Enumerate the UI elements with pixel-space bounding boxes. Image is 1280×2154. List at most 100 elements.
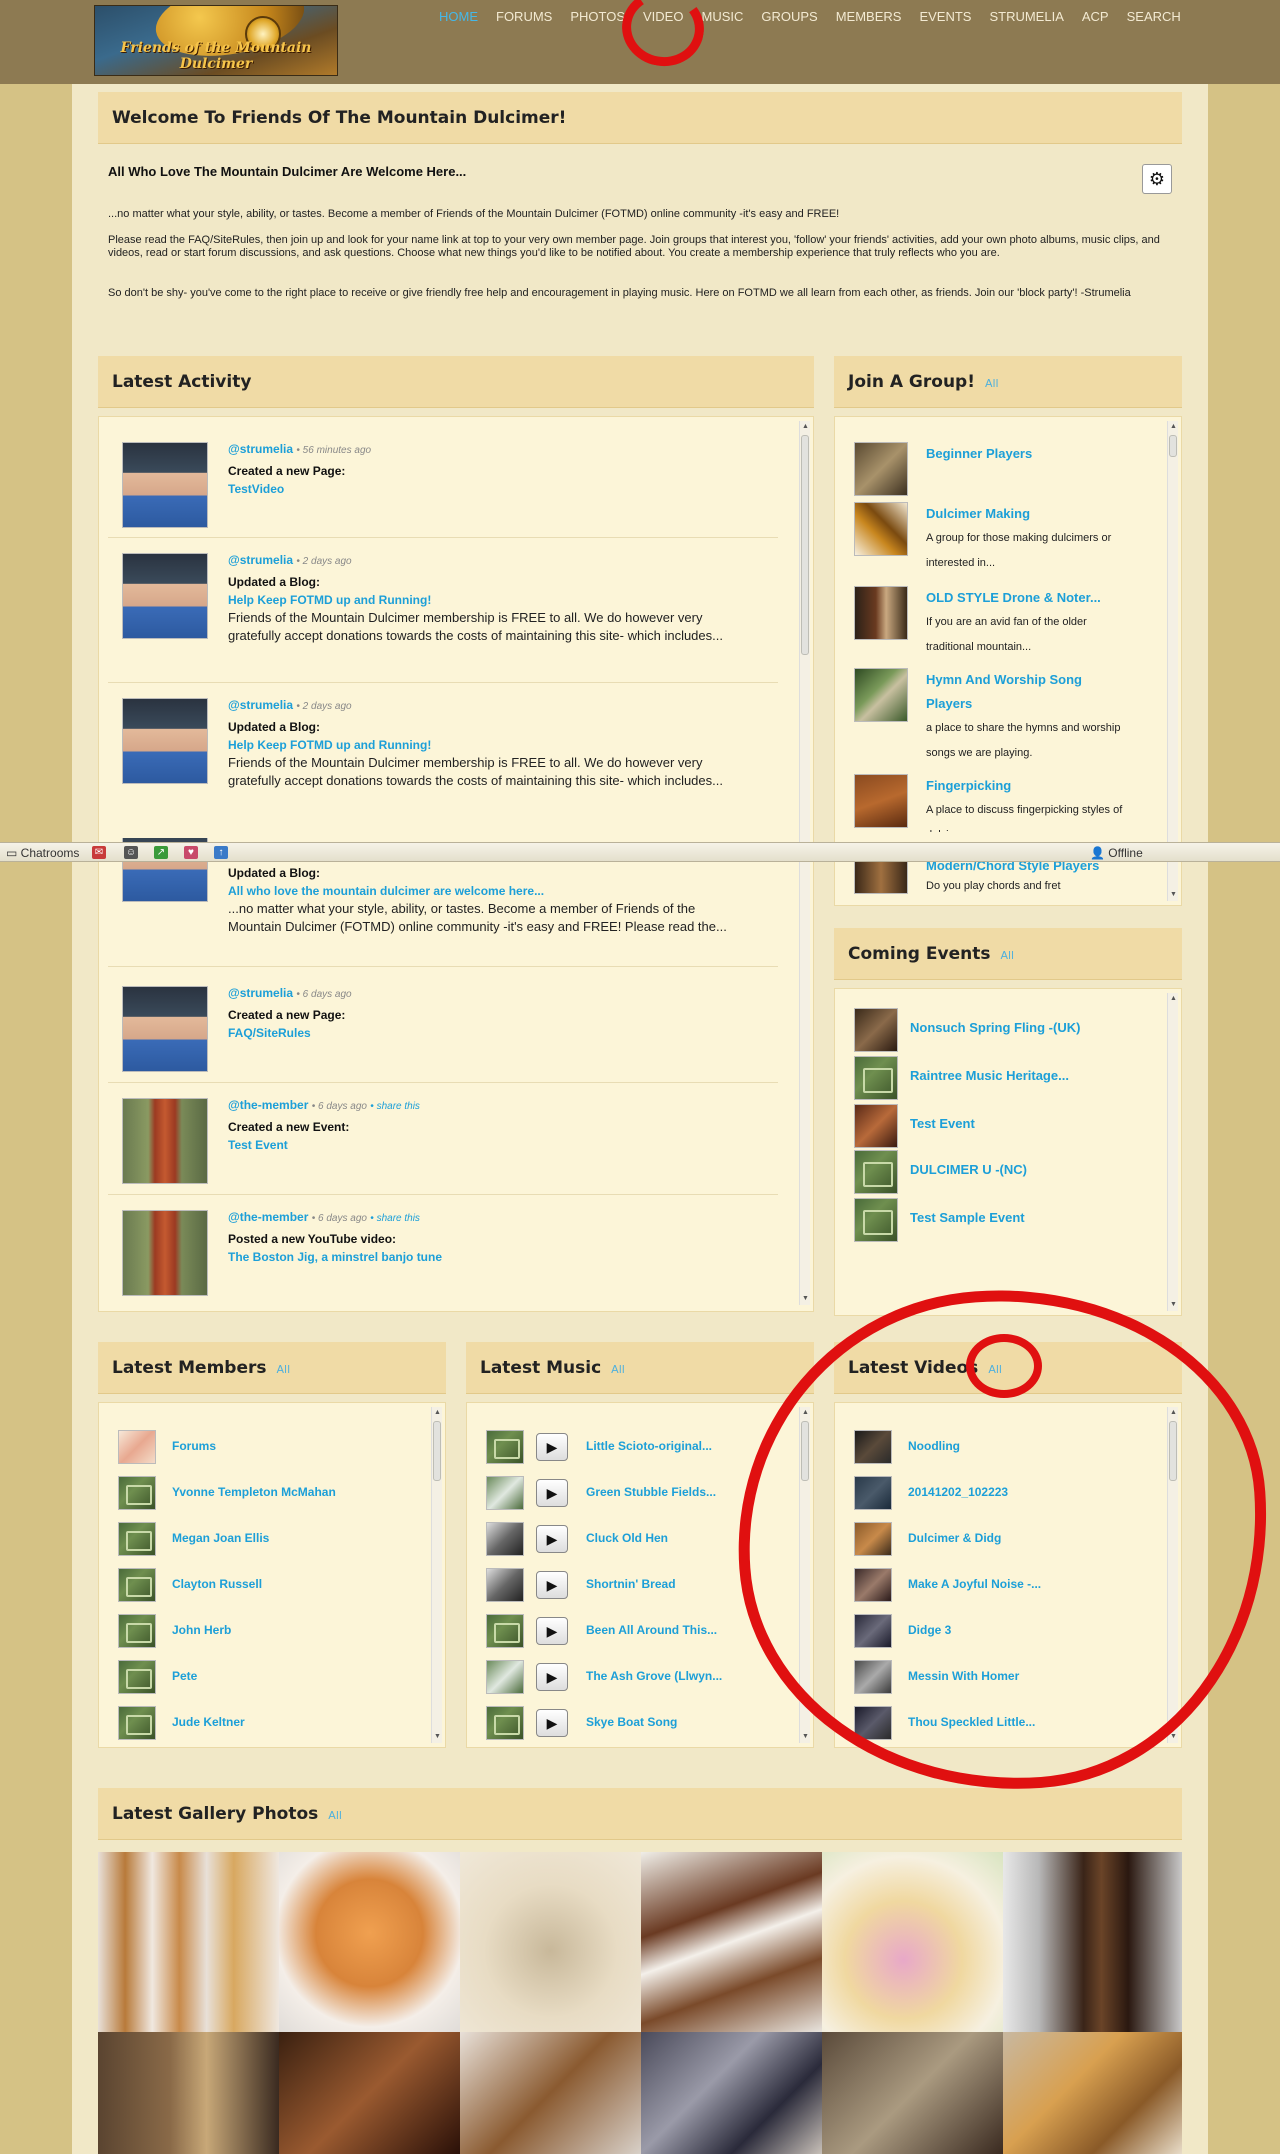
play-icon[interactable]: ▶ bbox=[536, 1571, 568, 1599]
music-title[interactable]: Shortnin' Bread bbox=[586, 1577, 676, 1591]
nav-strumelia[interactable]: STRUMELIA bbox=[980, 8, 1072, 26]
nav-search[interactable]: SEARCH bbox=[1118, 8, 1190, 26]
play-icon[interactable]: ▶ bbox=[536, 1617, 568, 1645]
activity-link[interactable]: Help Keep FOTMD up and Running! bbox=[228, 738, 728, 752]
member-name[interactable]: Megan Joan Ellis bbox=[172, 1531, 269, 1545]
play-icon[interactable]: ▶ bbox=[536, 1709, 568, 1737]
group-thumbnail[interactable] bbox=[854, 502, 908, 556]
member-name[interactable]: Clayton Russell bbox=[172, 1577, 262, 1591]
music-title[interactable]: Been All Around This... bbox=[586, 1623, 717, 1637]
music-thumbnail[interactable] bbox=[486, 1568, 524, 1602]
member-name[interactable]: Pete bbox=[172, 1669, 197, 1683]
scroll-down-icon[interactable]: ▼ bbox=[802, 1295, 809, 1303]
gallery-photo[interactable] bbox=[460, 2032, 641, 2154]
gallery-photo[interactable] bbox=[279, 1852, 460, 2032]
events-scrollbar[interactable]: ▲ ▼ bbox=[1167, 993, 1178, 1311]
activity-user[interactable]: @the-member bbox=[228, 1098, 308, 1112]
group-title[interactable]: Dulcimer Making bbox=[926, 502, 1126, 526]
play-icon[interactable]: ▶ bbox=[536, 1663, 568, 1691]
music-thumbnail[interactable] bbox=[486, 1706, 524, 1740]
scroll-up-icon[interactable]: ▲ bbox=[1170, 995, 1177, 1003]
upload-icon[interactable]: ↑ bbox=[214, 846, 228, 859]
member-avatar[interactable] bbox=[118, 1430, 156, 1464]
groups-scrollbar[interactable]: ▲ ▼ bbox=[1167, 421, 1178, 901]
member-name[interactable]: Jude Keltner bbox=[172, 1715, 245, 1729]
nav-home[interactable]: HOME bbox=[430, 8, 487, 26]
activity-link[interactable]: All who love the mountain dulcimer are w… bbox=[228, 884, 728, 898]
gallery-photo[interactable] bbox=[822, 2032, 1003, 2154]
groups-all-link[interactable]: All bbox=[985, 377, 999, 390]
avatar[interactable] bbox=[122, 1210, 208, 1296]
group-title[interactable]: Fingerpicking bbox=[926, 774, 1126, 798]
group-thumbnail[interactable] bbox=[854, 774, 908, 828]
activity-link[interactable]: Test Event bbox=[228, 1138, 728, 1152]
activity-user[interactable]: @strumelia bbox=[228, 442, 293, 456]
nav-acp[interactable]: ACP bbox=[1073, 8, 1118, 26]
music-thumbnail[interactable] bbox=[486, 1476, 524, 1510]
gallery-all-link[interactable]: All bbox=[328, 1809, 342, 1822]
scroll-thumb[interactable] bbox=[801, 435, 809, 655]
member-avatar[interactable] bbox=[118, 1660, 156, 1694]
scroll-thumb[interactable] bbox=[1169, 435, 1177, 457]
music-title[interactable]: Cluck Old Hen bbox=[586, 1531, 668, 1545]
avatar[interactable] bbox=[122, 986, 208, 1072]
music-all-link[interactable]: All bbox=[611, 1363, 625, 1376]
avatar[interactable] bbox=[122, 698, 208, 784]
nav-events[interactable]: EVENTS bbox=[910, 8, 980, 26]
share-icon[interactable]: ↗ bbox=[154, 846, 168, 859]
activity-user[interactable]: @strumelia bbox=[228, 986, 293, 1000]
event-title[interactable]: Raintree Music Heritage... bbox=[910, 1068, 1069, 1083]
scroll-down-icon[interactable]: ▼ bbox=[434, 1733, 441, 1741]
activity-scrollbar[interactable]: ▲ ▼ bbox=[799, 421, 810, 1305]
play-icon[interactable]: ▶ bbox=[536, 1433, 568, 1461]
group-thumbnail[interactable] bbox=[854, 442, 908, 496]
gallery-photo[interactable] bbox=[460, 1852, 641, 2032]
gallery-photo[interactable] bbox=[1003, 2032, 1182, 2154]
gallery-photo[interactable] bbox=[1003, 1852, 1182, 2032]
avatar[interactable] bbox=[122, 442, 208, 528]
event-title[interactable]: Nonsuch Spring Fling -(UK) bbox=[910, 1020, 1080, 1035]
member-avatar[interactable] bbox=[118, 1476, 156, 1510]
group-title[interactable]: Hymn And Worship Song Players bbox=[926, 668, 1126, 716]
scroll-thumb[interactable] bbox=[433, 1421, 441, 1481]
event-title[interactable]: DULCIMER U -(NC) bbox=[910, 1162, 1027, 1177]
group-title[interactable]: Beginner Players bbox=[926, 442, 1126, 466]
gallery-photo[interactable] bbox=[279, 2032, 460, 2154]
member-avatar[interactable] bbox=[118, 1614, 156, 1648]
event-thumbnail[interactable] bbox=[854, 1198, 898, 1242]
music-thumbnail[interactable] bbox=[486, 1614, 524, 1648]
group-thumbnail[interactable] bbox=[854, 586, 908, 640]
scroll-down-icon[interactable]: ▼ bbox=[1170, 1301, 1177, 1309]
activity-link[interactable]: FAQ/SiteRules bbox=[228, 1026, 728, 1040]
nav-forums[interactable]: FORUMS bbox=[487, 8, 561, 26]
avatar[interactable] bbox=[122, 1098, 208, 1184]
share-link[interactable]: • share this bbox=[370, 1213, 420, 1224]
users-icon[interactable]: ☺ bbox=[124, 846, 138, 859]
event-title[interactable]: Test Sample Event bbox=[910, 1210, 1025, 1225]
activity-user[interactable]: @strumelia bbox=[228, 698, 293, 712]
event-title[interactable]: Test Event bbox=[910, 1116, 975, 1131]
members-all-link[interactable]: All bbox=[277, 1363, 291, 1376]
gallery-photo[interactable] bbox=[641, 2032, 822, 2154]
group-thumbnail[interactable] bbox=[854, 858, 908, 894]
scroll-up-icon[interactable]: ▲ bbox=[1170, 423, 1177, 431]
member-name[interactable]: John Herb bbox=[172, 1623, 231, 1637]
event-thumbnail[interactable] bbox=[854, 1008, 898, 1052]
avatar[interactable] bbox=[122, 553, 208, 639]
gear-icon[interactable]: ⚙ bbox=[1142, 164, 1172, 194]
member-avatar[interactable] bbox=[118, 1706, 156, 1740]
play-icon[interactable]: ▶ bbox=[536, 1479, 568, 1507]
heart-icon[interactable]: ♥ bbox=[184, 846, 198, 859]
member-avatar[interactable] bbox=[118, 1568, 156, 1602]
members-scrollbar[interactable]: ▲ ▼ bbox=[431, 1407, 442, 1743]
chatrooms-button[interactable]: ▭ Chatrooms bbox=[6, 846, 79, 860]
event-thumbnail[interactable] bbox=[854, 1104, 898, 1148]
activity-link[interactable]: The Boston Jig, a minstrel banjo tune bbox=[228, 1250, 728, 1264]
scroll-down-icon[interactable]: ▼ bbox=[802, 1733, 809, 1741]
music-title[interactable]: Green Stubble Fields... bbox=[586, 1485, 716, 1499]
scroll-up-icon[interactable]: ▲ bbox=[802, 423, 809, 431]
scroll-down-icon[interactable]: ▼ bbox=[1170, 891, 1177, 899]
group-title[interactable]: OLD STYLE Drone & Noter... bbox=[926, 586, 1126, 610]
scroll-up-icon[interactable]: ▲ bbox=[434, 1409, 441, 1417]
member-name[interactable]: Yvonne Templeton McMahan bbox=[172, 1485, 336, 1499]
